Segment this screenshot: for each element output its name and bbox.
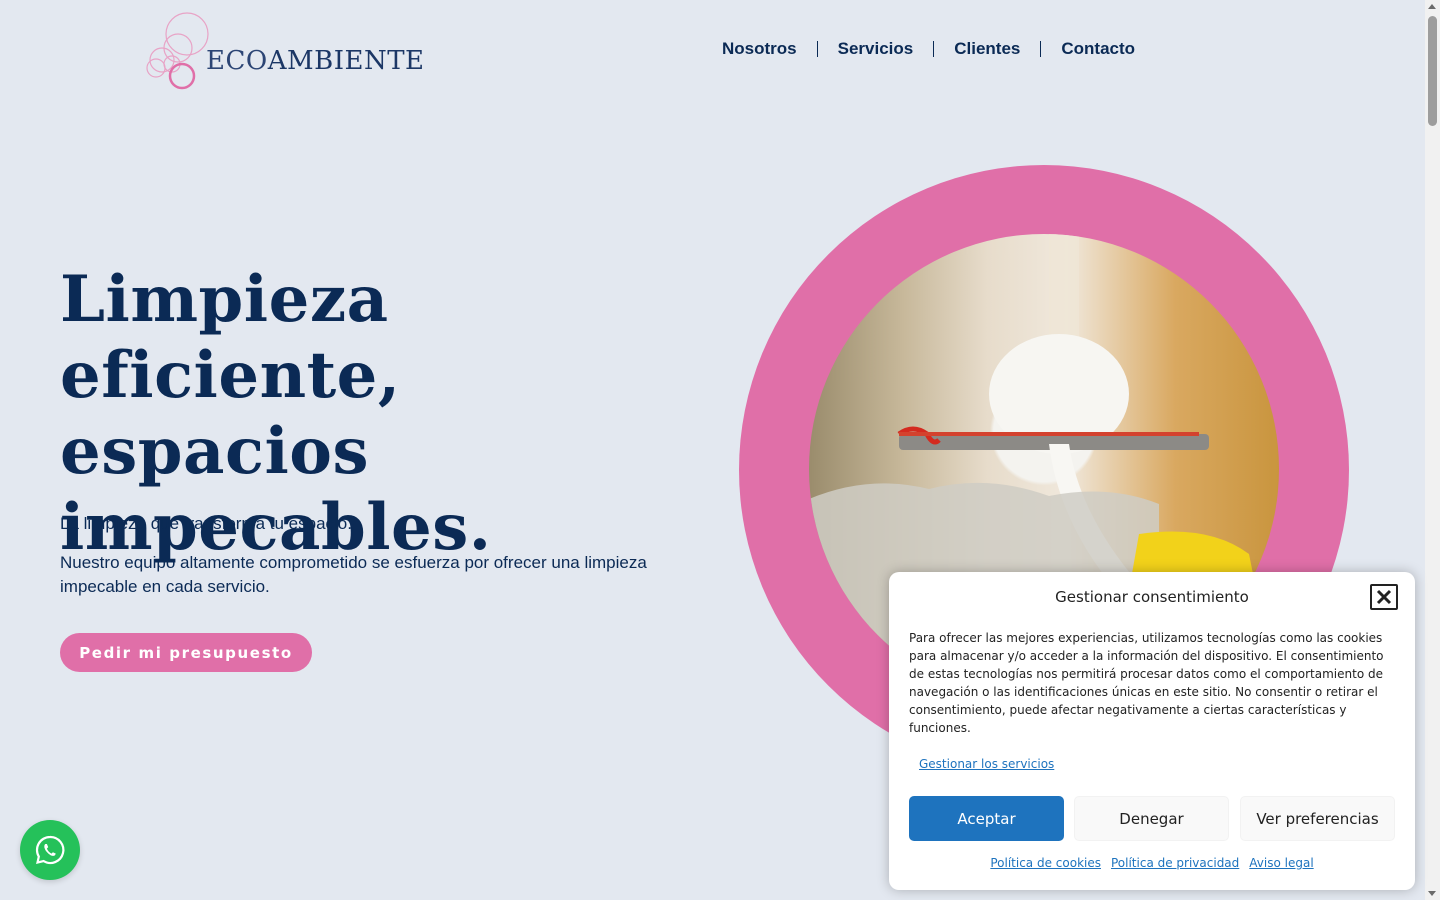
logo-eco: ECO	[206, 46, 268, 76]
accept-button[interactable]: Aceptar	[909, 796, 1064, 841]
page-scrollbar[interactable]	[1425, 0, 1440, 900]
close-icon	[1376, 589, 1392, 605]
consent-title: Gestionar consentimiento	[1055, 588, 1249, 606]
nav-nosotros[interactable]: Nosotros	[722, 39, 797, 59]
nav-divider	[933, 41, 935, 57]
quote-button[interactable]: Pedir mi presupuesto	[60, 633, 312, 672]
nav-clientes[interactable]: Clientes	[954, 39, 1020, 59]
hero-title-line: espacios	[60, 414, 369, 489]
hero-subtitle: La limpieza que transforma tu espacio.	[60, 514, 352, 533]
site-logo[interactable]: ECOAMBIENTE	[142, 8, 424, 94]
manage-services-link[interactable]: Gestionar los servicios	[919, 757, 1054, 771]
main-nav: Nosotros Servicios Clientes Contacto	[722, 39, 1135, 59]
hero-description: Nuestro equipo altamente comprometido se…	[60, 553, 647, 596]
privacy-policy-link[interactable]: Política de privacidad	[1111, 856, 1239, 870]
close-button[interactable]	[1370, 584, 1398, 610]
consent-footer-links: Política de cookies Política de privacid…	[889, 856, 1415, 870]
consent-body: Para ofrecer las mejores experiencias, u…	[909, 631, 1384, 735]
deny-button[interactable]: Denegar	[1074, 796, 1229, 841]
scroll-up-arrow-icon[interactable]	[1428, 4, 1436, 9]
nav-servicios[interactable]: Servicios	[838, 39, 914, 59]
scroll-thumb[interactable]	[1428, 16, 1437, 126]
nav-divider	[816, 41, 818, 57]
logo-ambiente: AMBIENTE	[267, 46, 425, 76]
legal-notice-link[interactable]: Aviso legal	[1249, 856, 1313, 870]
nav-contacto[interactable]: Contacto	[1061, 39, 1135, 59]
cookies-policy-link[interactable]: Política de cookies	[990, 856, 1101, 870]
logo-wordmark: ECOAMBIENTE	[206, 46, 425, 76]
consent-dialog: Gestionar consentimiento Para ofrecer la…	[889, 572, 1415, 890]
whatsapp-button[interactable]	[20, 820, 80, 880]
hero-title-line: Limpieza eficiente,	[60, 262, 401, 413]
preferences-button[interactable]: Ver preferencias	[1240, 796, 1395, 841]
whatsapp-icon	[35, 835, 65, 865]
nav-divider	[1040, 41, 1042, 57]
scroll-down-arrow-icon[interactable]	[1428, 891, 1436, 896]
